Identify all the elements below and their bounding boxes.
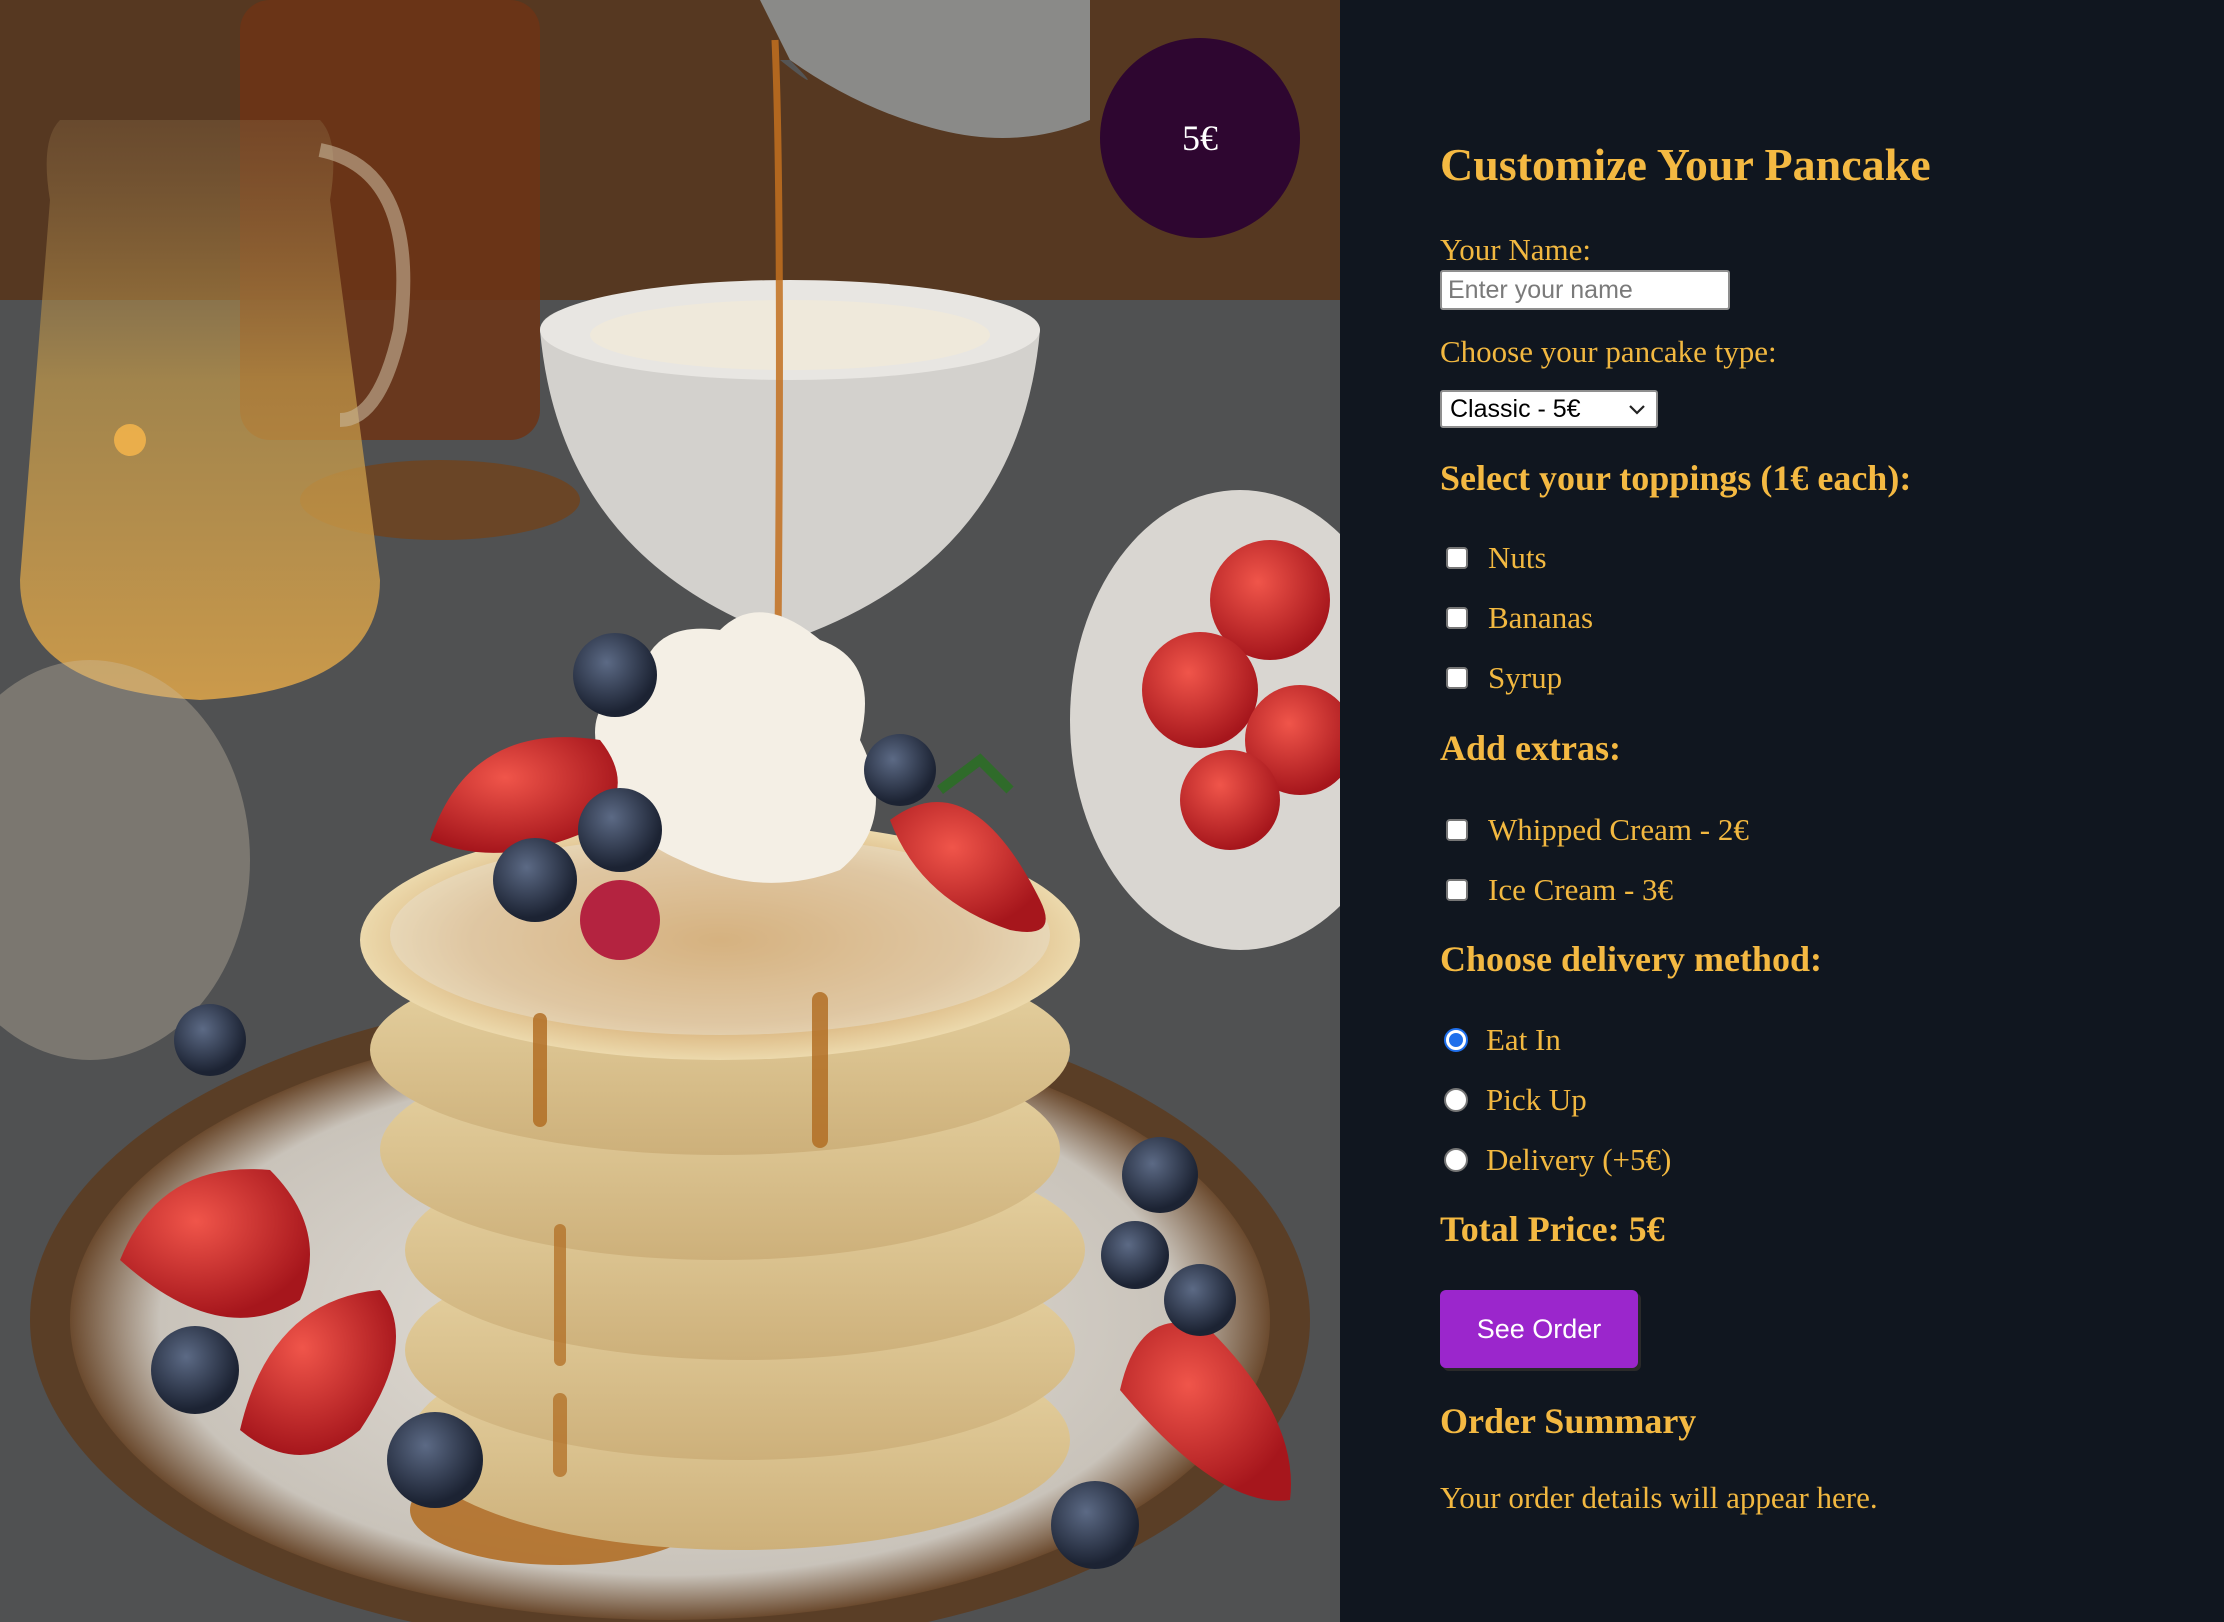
topping-bananas-checkbox[interactable]	[1446, 607, 1468, 629]
delivery-heading: Choose delivery method:	[1440, 939, 1822, 979]
topping-nuts-label: Nuts	[1488, 540, 1547, 575]
delivery-delivery-radio[interactable]	[1444, 1148, 1468, 1172]
delivery-eat-in-label: Eat In	[1486, 1022, 1561, 1057]
toppings-heading: Select your toppings (1€ each):	[1440, 458, 1912, 498]
order-form-panel: Customize Your Pancake Your Name: Choose…	[1340, 0, 2224, 1622]
price-badge: 5€	[1100, 38, 1300, 238]
extra-whipped-cream-option[interactable]: Whipped Cream - 2€	[1446, 812, 1749, 848]
name-label: Your Name:	[1440, 232, 1591, 267]
delivery-delivery-label: Delivery (+5€)	[1486, 1142, 1672, 1177]
page-title: Customize Your Pancake	[1440, 139, 1931, 190]
extra-whipped-cream-label: Whipped Cream - 2€	[1488, 812, 1749, 847]
delivery-pick-up-radio[interactable]	[1444, 1088, 1468, 1112]
pancake-type-selected: Classic - 5€	[1450, 394, 1581, 423]
topping-syrup-checkbox[interactable]	[1446, 667, 1468, 689]
pancake-type-label: Choose your pancake type:	[1440, 334, 1777, 369]
topping-nuts-option[interactable]: Nuts	[1446, 540, 1547, 576]
chevron-down-icon	[1629, 405, 1645, 415]
extra-whipped-cream-checkbox[interactable]	[1446, 819, 1468, 841]
delivery-pick-up-label: Pick Up	[1486, 1082, 1587, 1117]
extra-ice-cream-checkbox[interactable]	[1446, 879, 1468, 901]
order-summary-heading: Order Summary	[1440, 1401, 1697, 1441]
delivery-eat-in-radio[interactable]	[1444, 1028, 1468, 1052]
order-summary-text: Your order details will appear here.	[1440, 1480, 1878, 1515]
topping-nuts-checkbox[interactable]	[1446, 547, 1468, 569]
delivery-eat-in-option[interactable]: Eat In	[1444, 1022, 1561, 1058]
total-price: Total Price: 5€	[1440, 1209, 1665, 1249]
topping-bananas-label: Bananas	[1488, 600, 1594, 635]
extra-ice-cream-label: Ice Cream - 3€	[1488, 872, 1674, 907]
extra-ice-cream-option[interactable]: Ice Cream - 3€	[1446, 872, 1673, 908]
delivery-delivery-option[interactable]: Delivery (+5€)	[1444, 1142, 1671, 1178]
delivery-pick-up-option[interactable]: Pick Up	[1444, 1082, 1587, 1118]
hero-pancake-image: 5€	[0, 0, 1340, 1622]
pancake-type-select[interactable]: Classic - 5€	[1440, 390, 1658, 428]
see-order-button[interactable]: See Order	[1440, 1290, 1638, 1368]
price-badge-value: 5€	[1182, 118, 1218, 158]
topping-bananas-option[interactable]: Bananas	[1446, 600, 1593, 636]
extras-heading: Add extras:	[1440, 728, 1621, 768]
name-input[interactable]	[1440, 270, 1730, 310]
topping-syrup-option[interactable]: Syrup	[1446, 660, 1562, 696]
topping-syrup-label: Syrup	[1488, 660, 1563, 695]
